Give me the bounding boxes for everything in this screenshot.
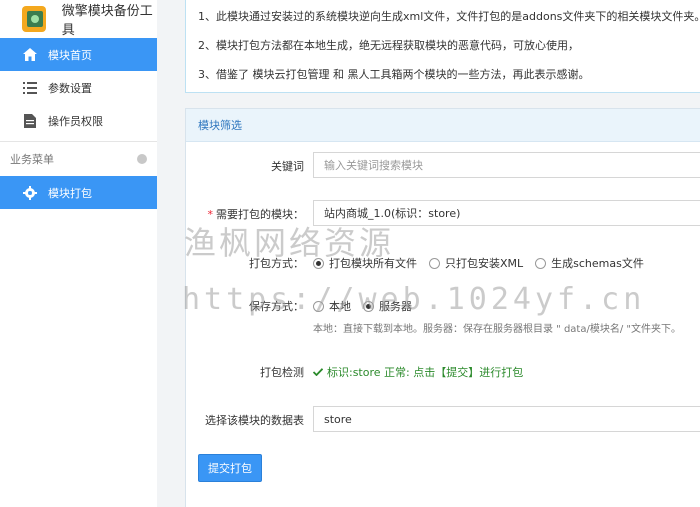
sidebar-item-home[interactable]: 模块首页 [0,38,157,71]
radio-button[interactable] [363,300,374,312]
gear-icon [22,185,38,201]
sidebar-item-module-pack[interactable]: 模块打包 [0,176,157,209]
radio-button[interactable] [313,300,324,312]
keyword-label: 关键词 [271,160,304,173]
sidebar-item-label: 参数设置 [48,81,92,95]
pack-option-schemas[interactable]: 生成schemas文件 [535,255,644,271]
document-icon [22,113,38,129]
module-select[interactable]: 站内商城_1.0(标识：store) [313,200,700,226]
notice-line: 1、此模块通过安装过的系统模块逆向生成xml文件，文件打包的是addons文件夹… [198,10,700,23]
sidebar-item-label: 操作员权限 [48,114,103,128]
save-option-local[interactable]: 本地 [313,298,351,314]
module-label: * 需要打包的模块： [207,208,305,221]
main-content: 1、此模块通过安装过的系统模块逆向生成xml文件，文件打包的是addons文件夹… [157,0,700,507]
sidebar: 微擎模块备份工具 模块首页 参数设置 操作员权限 业务菜单 模块打包 [0,0,157,507]
save-mode-label: 保存方式： [249,300,304,313]
radio-button[interactable] [535,257,547,269]
notice-box: 1、此模块通过安装过的系统模块逆向生成xml文件，文件打包的是addons文件夹… [185,0,700,93]
pack-option-xml-only[interactable]: 只打包安装XML [429,255,523,271]
sidebar-item-operator-permissions[interactable]: 操作员权限 [0,104,157,137]
check-icon [312,366,324,379]
required-mark: * [207,208,214,221]
sidebar-item-label: 模块打包 [48,186,92,200]
brand-title: 微擎模块备份工具 [61,4,153,38]
keyword-search-input[interactable]: 输入关键词搜索模块 [313,152,700,178]
module-filter-panel: 模块筛选 关键词 输入关键词搜索模块 * 需要打包的模块： 站内商城_1.0(标识… [185,108,700,507]
sidebar-item-label: 模块首页 [48,48,92,62]
data-table-select[interactable]: store [313,406,700,432]
sidebar-item-settings[interactable]: 参数设置 [0,71,157,104]
pack-check-status: 标识:store 正常: 点击【提交】进行打包 [312,364,523,380]
list-icon [22,80,38,96]
pack-mode-label: 打包方式： [249,257,304,270]
notice-line: 3、借鉴了 模块云打包管理 和 黑人工具箱两个模块的一些方法，再此表示感谢。 [198,68,590,81]
brand: 微擎模块备份工具 [0,0,157,38]
sidebar-section-business[interactable]: 业务菜单 [0,141,157,176]
section-label: 业务菜单 [10,153,54,166]
save-mode-radio-group: 本地 服务器 [313,298,424,314]
save-option-server[interactable]: 服务器 [363,298,412,314]
data-table-label: 选择该模块的数据表 [205,414,304,427]
submit-pack-button[interactable]: 提交打包 [198,454,262,482]
app-logo-icon [22,6,46,32]
pack-option-all-files[interactable]: 打包模块所有文件 [313,255,417,271]
save-mode-help-text: 本地：直接下载到本地。服务器：保存在服务器根目录 " data/模块名/ "文件… [313,324,681,335]
home-icon [22,47,38,63]
radio-button[interactable] [313,257,324,269]
collapse-toggle-icon[interactable] [137,154,147,164]
pack-mode-radio-group: 打包模块所有文件 只打包安装XML 生成schemas文件 [313,255,656,271]
pack-check-label: 打包检测 [260,366,304,379]
notice-line: 2、模块打包方法都在本地生成，绝无远程获取模块的恶意代码，可放心使用， [198,39,579,52]
panel-title: 模块筛选 [186,109,700,142]
radio-button[interactable] [429,257,440,269]
